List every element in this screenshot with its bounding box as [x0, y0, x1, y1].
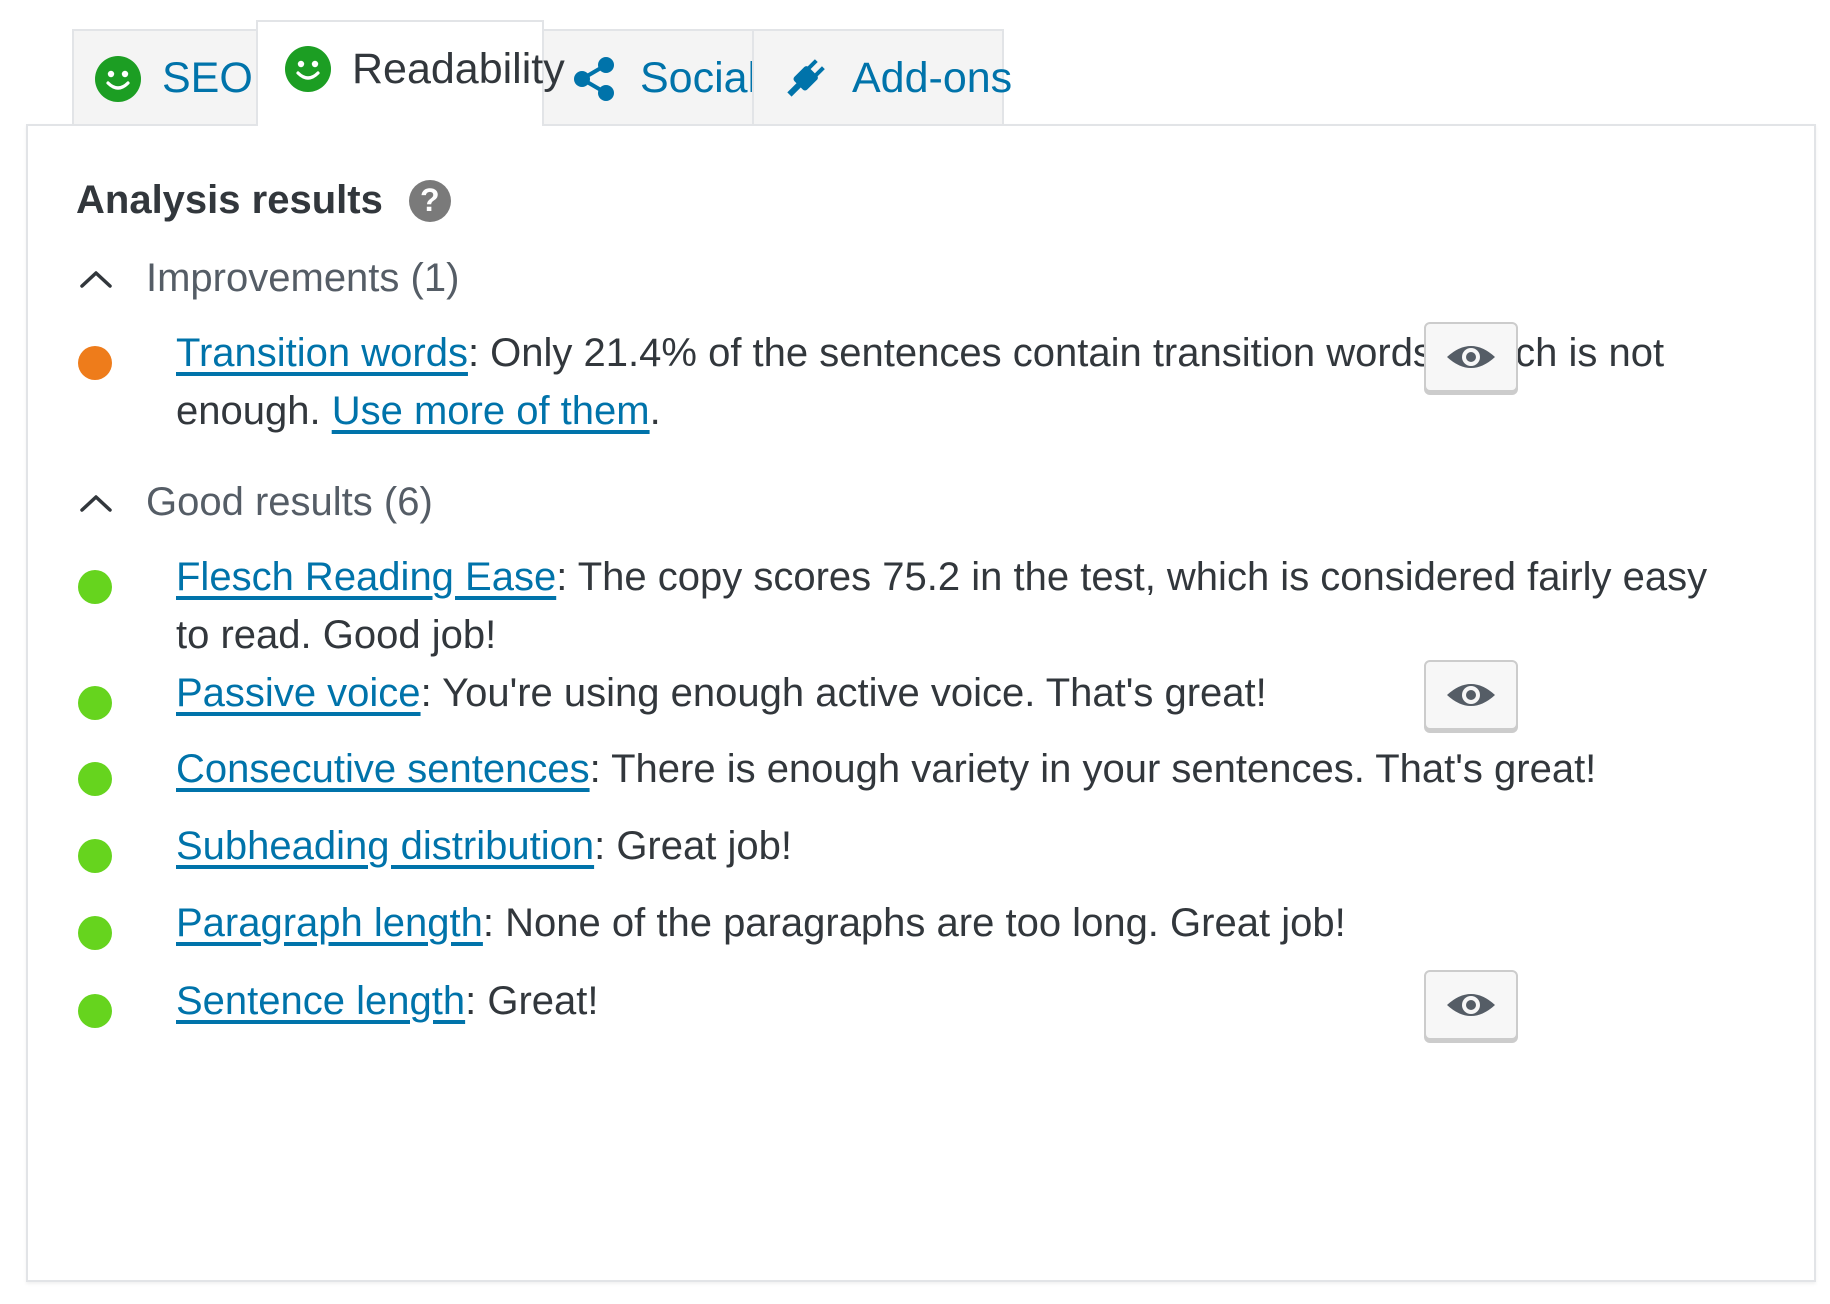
result-description: : You're using enough active voice. That…	[420, 671, 1267, 715]
help-icon[interactable]: ?	[408, 179, 451, 222]
highlight-button[interactable]	[1424, 660, 1518, 730]
share-icon	[570, 55, 618, 103]
tab-seo[interactable]: SEO	[72, 29, 258, 126]
result-text: Paragraph length: None of the paragraphs…	[176, 894, 1716, 952]
highlight-button[interactable]	[1424, 970, 1518, 1040]
good-results-label: Good results (6)	[146, 480, 433, 524]
tab-label: Readability	[352, 44, 565, 93]
improvements-toggle[interactable]: Improvements (1)	[76, 256, 459, 301]
result-link[interactable]: Consecutive sentences	[176, 747, 590, 791]
tab-readability[interactable]: Readability	[256, 20, 565, 126]
result-description: : None of the paragraphs are too long. G…	[482, 901, 1346, 945]
tab-social[interactable]: Social	[542, 29, 758, 126]
list-item: Transition words: Only 21.4% of the sent…	[78, 324, 1778, 444]
eye-icon	[1447, 346, 1495, 368]
result-link[interactable]: Subheading distribution	[176, 824, 594, 868]
list-item: Flesch Reading Ease: The copy scores 75.…	[78, 548, 1778, 668]
green-status-icon	[78, 762, 112, 796]
tab-add-ons[interactable]: Add-ons	[752, 29, 1012, 126]
result-link[interactable]: Sentence length	[176, 979, 465, 1023]
analysis-header: Analysis results ?	[76, 178, 451, 223]
orange-status-icon	[78, 346, 112, 380]
result-link[interactable]: Paragraph length	[176, 901, 483, 945]
green-status-icon	[78, 916, 112, 950]
eye-icon	[1447, 684, 1495, 706]
plug-icon	[780, 54, 830, 104]
result-link[interactable]: Transition words	[176, 331, 468, 375]
eye-icon	[1447, 994, 1495, 1016]
chevron-up-icon	[80, 270, 112, 288]
list-item: Sentence length: Great!	[78, 972, 1778, 1032]
smiley-face-icon	[94, 55, 142, 103]
good-results-toggle[interactable]: Good results (6)	[76, 480, 433, 525]
result-text: Consecutive sentences: There is enough v…	[176, 740, 1716, 798]
improvements-label: Improvements (1)	[146, 256, 460, 300]
green-status-icon	[78, 570, 112, 604]
chevron-up-icon	[80, 494, 112, 512]
result-link[interactable]: Flesch Reading Ease	[176, 555, 556, 599]
list-item: Subheading distribution: Great job!	[78, 817, 1778, 877]
list-item: Passive voice: You're using enough activ…	[78, 664, 1778, 724]
smiley-face-icon	[284, 45, 332, 93]
result-description: : Great!	[465, 979, 599, 1023]
result-text: Flesch Reading Ease: The copy scores 75.…	[176, 548, 1716, 664]
list-item: Consecutive sentences: There is enough v…	[78, 740, 1778, 800]
result-link[interactable]: Passive voice	[176, 671, 421, 715]
highlight-button[interactable]	[1424, 322, 1518, 392]
green-status-icon	[78, 994, 112, 1028]
result-description: : Great job!	[594, 824, 792, 868]
page-title: Analysis results	[76, 178, 383, 222]
tab-label: SEO	[162, 54, 253, 102]
result-tail: .	[649, 389, 661, 433]
green-status-icon	[78, 686, 112, 720]
green-status-icon	[78, 839, 112, 873]
result-description: : There is enough variety in your senten…	[589, 747, 1597, 791]
analysis-panel: Analysis results ? Improvements (1) Tran…	[26, 124, 1816, 1282]
metabox-tabs: SEO Readability Social Add-ons	[72, 20, 1172, 126]
result-text: Subheading distribution: Great job!	[176, 817, 1716, 875]
list-item: Paragraph length: None of the paragraphs…	[78, 894, 1778, 954]
tab-label: Social	[640, 54, 758, 102]
result-help-link[interactable]: Use more of them	[332, 389, 650, 433]
tab-label: Add-ons	[852, 54, 1013, 102]
